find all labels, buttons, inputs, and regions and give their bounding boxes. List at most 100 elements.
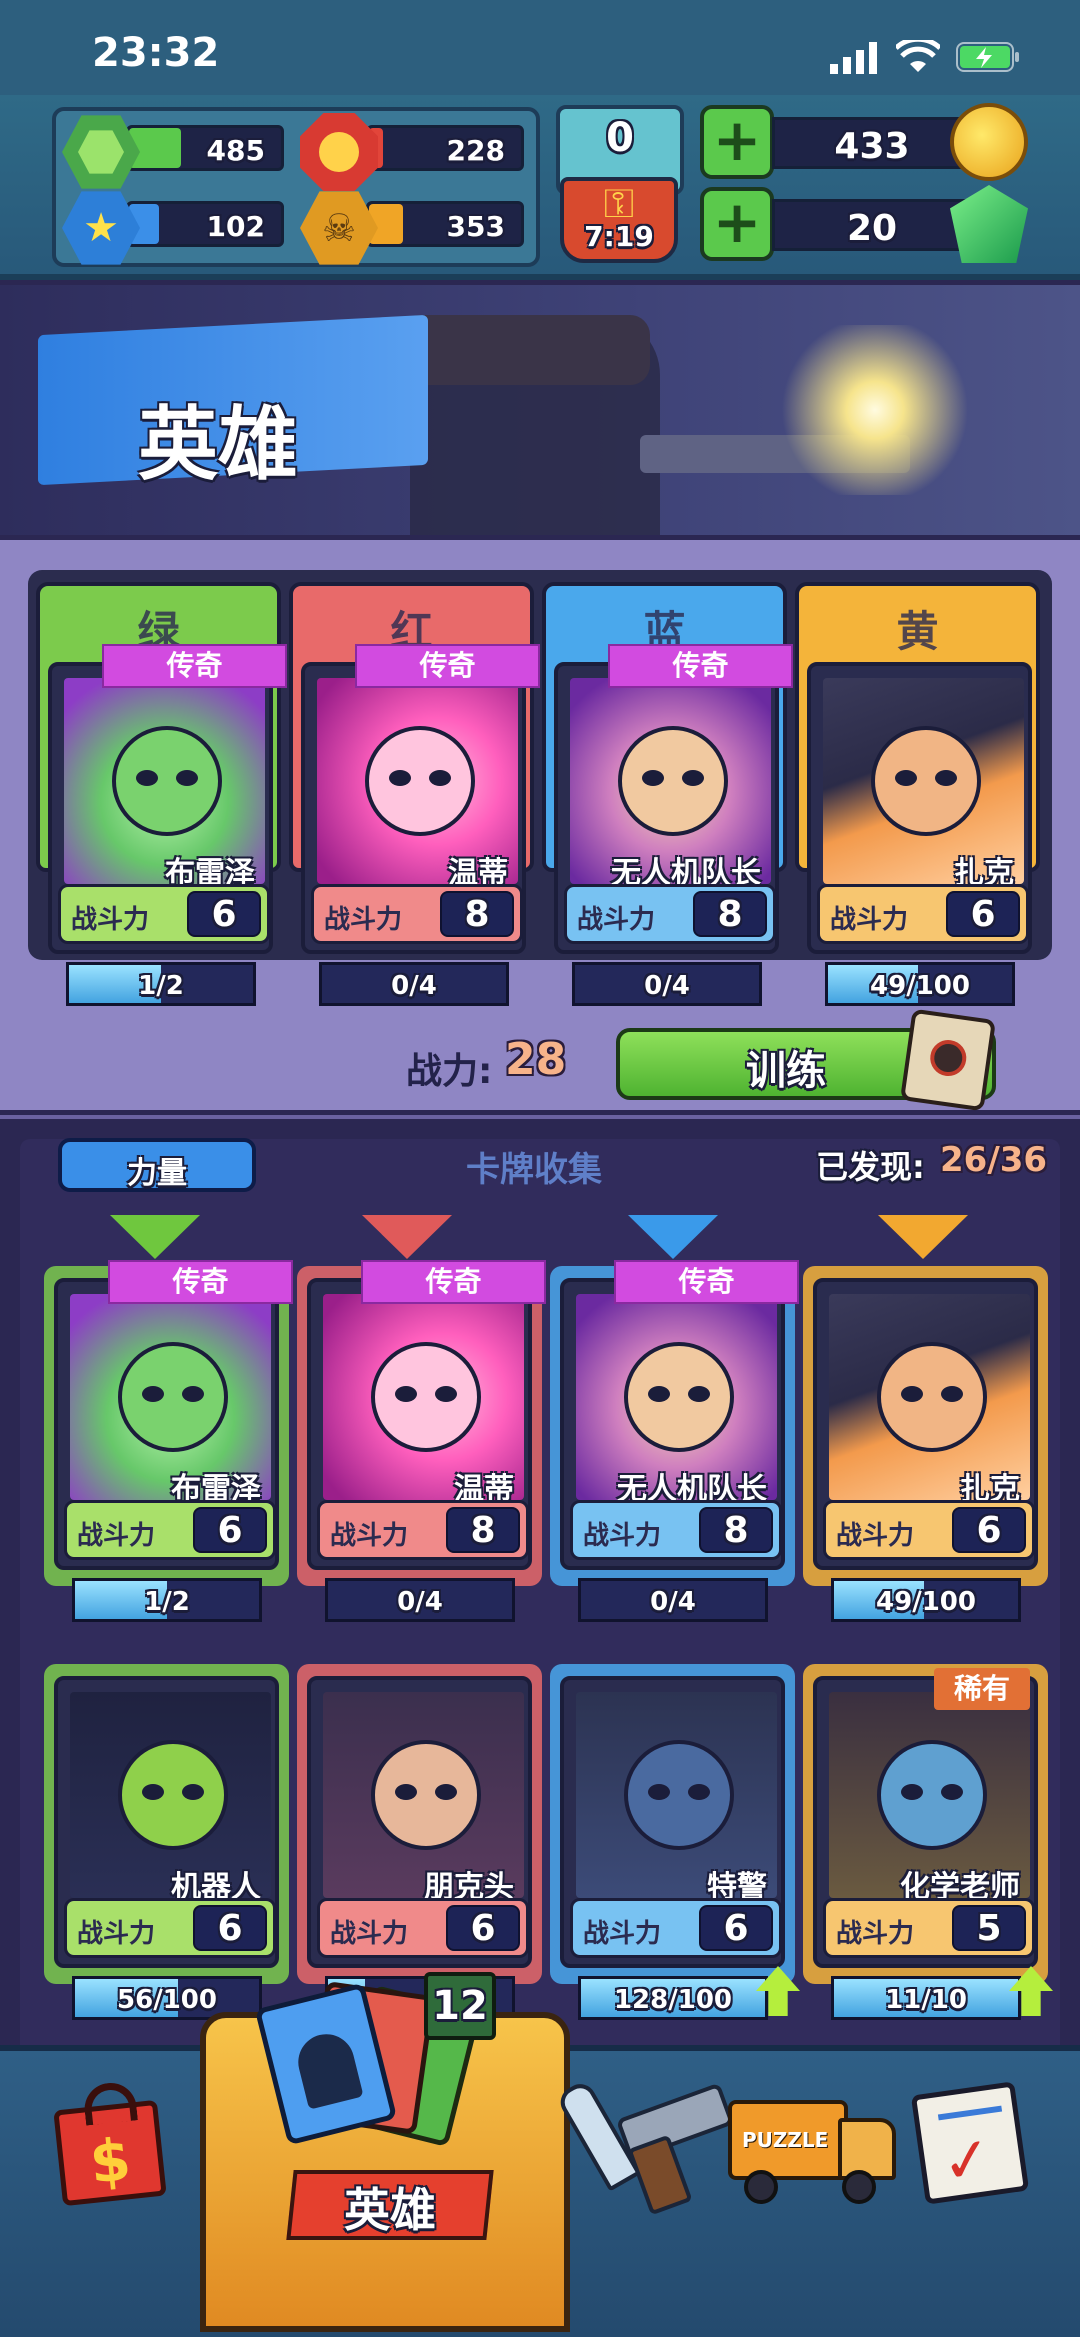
card-progress-bar: 0/4 [572,962,762,1006]
team-power-label: 战力: [406,1051,493,1092]
power-label: 战斗力 [324,905,403,935]
progress-text: 0/4 [644,971,690,1001]
knife-revolver-icon[interactable] [554,2060,740,2216]
power-plate: 战斗力 6 [823,1500,1035,1560]
progress-text: 0/4 [650,1587,696,1617]
power-label: 战斗力 [583,1919,662,1949]
power-plate: 战斗力 8 [564,884,776,944]
hero-card[interactable]: 扎克 战斗力 6 [813,1278,1038,1570]
power-plate: 战斗力 6 [317,1898,529,1958]
power-value: 6 [193,1507,267,1553]
train-ticket-icon [900,1008,996,1112]
power-value: 8 [446,1507,520,1553]
green-gem-icon [950,185,1028,263]
card-progress-bar: 49/100 [831,1578,1021,1622]
rarity-tag: 传奇 [102,644,287,688]
power-label: 战斗力 [330,1919,409,1949]
clock: 23:32 [92,30,220,76]
power-value: 6 [187,891,261,937]
resource-panel: 485 102 ★ 228 353 ☠ [52,107,540,267]
red-octagon-icon [300,113,378,191]
found-label: 已发现: [816,1148,925,1186]
gold-coin-icon [950,103,1028,181]
collection-title: 卡牌收集 [466,1150,602,1190]
power-plate: 战斗力 8 [570,1500,782,1560]
card-progress-bar: 1/2 [66,962,256,1006]
progress-text: 56/100 [117,1985,217,2015]
blue-resource: 102 [126,201,284,247]
card-progress-bar: 0/4 [325,1578,515,1622]
rarity-tag: 传奇 [614,1260,799,1304]
card-progress-bar: 1/2 [72,1578,262,1622]
progress-text: 0/4 [391,971,437,1001]
card-progress-bar: 11/10 [831,1976,1021,2020]
hero-card[interactable]: 传奇 布雷泽 战斗力 6 [48,644,287,954]
power-plate: 战斗力 6 [570,1898,782,1958]
card-progress-bar: 0/4 [319,962,509,1006]
power-plate: 战斗力 6 [817,884,1029,944]
power-plate: 战斗力 5 [823,1898,1035,1958]
progress-text: 1/2 [144,1587,190,1617]
hero-card[interactable]: 朋克头 战斗力 6 [307,1676,532,1968]
power-plate: 战斗力 8 [317,1500,529,1560]
resource-bar: 485 102 ★ 228 353 ☠ 0 ⚿ 7:19 + 433 + 20 [0,95,1080,280]
status-bar: 23:32 [0,0,1080,100]
page-title: 英雄 [138,398,298,491]
key-timer: ⚿ 7:19 [560,177,678,263]
yellow-resource: 353 [366,201,524,247]
hero-card[interactable]: 传奇 温蒂 战斗力 8 [301,644,540,954]
signal-icon [830,42,877,74]
progress-text: 49/100 [876,1587,976,1617]
gem-row: + 20 [700,185,1030,263]
coin-row: + 433 [700,103,1030,181]
power-value: 6 [946,891,1020,937]
power-label: 战斗力 [836,1521,915,1551]
card-progress-bar: 128/100 [578,1976,768,2020]
battery-charging-icon [956,42,1019,72]
power-plate: 战斗力 6 [58,884,270,944]
power-label: 战斗力 [577,905,656,935]
hero-card[interactable]: 传奇 布雷泽 战斗力 6 [54,1260,293,1570]
slot-color-label: 黄 [896,607,939,656]
power-plate: 战斗力 8 [311,884,523,944]
hero-card[interactable]: 机器人 战斗力 6 [54,1676,279,1968]
power-label: 战斗力 [77,1521,156,1551]
rarity-tag: 传奇 [361,1260,546,1304]
add-coins-button[interactable]: + [700,105,774,179]
train-button[interactable]: 训练 [616,1008,996,1112]
power-value: 8 [693,891,767,937]
power-label: 战斗力 [330,1521,409,1551]
card-progress-bar: 49/100 [825,962,1015,1006]
power-value: 8 [440,891,514,937]
shop-bag-icon[interactable]: $ [50,2075,170,2207]
hero-card[interactable]: 传奇 温蒂 战斗力 8 [307,1260,546,1570]
power-label: 战斗力 [836,1919,915,1949]
hero-notification-badge: 12 [424,1972,496,2040]
progress-text: 128/100 [613,1985,733,2015]
puzzle-truck-icon[interactable]: PUZZLE [722,2070,902,2210]
hero-card[interactable]: 传奇 无人机队长 战斗力 8 [560,1260,799,1570]
hero-card[interactable]: 稀有 化学老师 战斗力 5 [813,1668,1038,1968]
power-label: 战斗力 [583,1521,662,1551]
hero-banner: 英雄 [0,285,1080,535]
coin-counter: 433 [772,117,972,169]
checklist-icon[interactable]: ✓ [910,2080,1032,2210]
add-gems-button[interactable]: + [700,187,774,261]
rarity-tag: 传奇 [355,644,540,688]
team-power-value: 28 [505,1034,567,1085]
power-plate: 战斗力 6 [64,1898,276,1958]
power-value: 8 [699,1507,773,1553]
power-label: 战斗力 [830,905,909,935]
hero-card[interactable]: 扎克 战斗力 6 [807,662,1032,954]
progress-text: 1/2 [138,971,184,1001]
progress-text: 11/10 [885,1985,967,2015]
power-value: 5 [952,1905,1026,1951]
hero-card[interactable]: 传奇 无人机队长 战斗力 8 [554,644,793,954]
wifi-icon [896,40,940,72]
power-label: 战斗力 [77,1919,156,1949]
sort-by-power-button[interactable]: 力量 [58,1138,256,1192]
power-label: 战斗力 [71,905,150,935]
progress-text: 49/100 [870,971,970,1001]
hero-card[interactable]: 特警 战斗力 6 [560,1676,785,1968]
green-resource: 485 [126,125,284,171]
